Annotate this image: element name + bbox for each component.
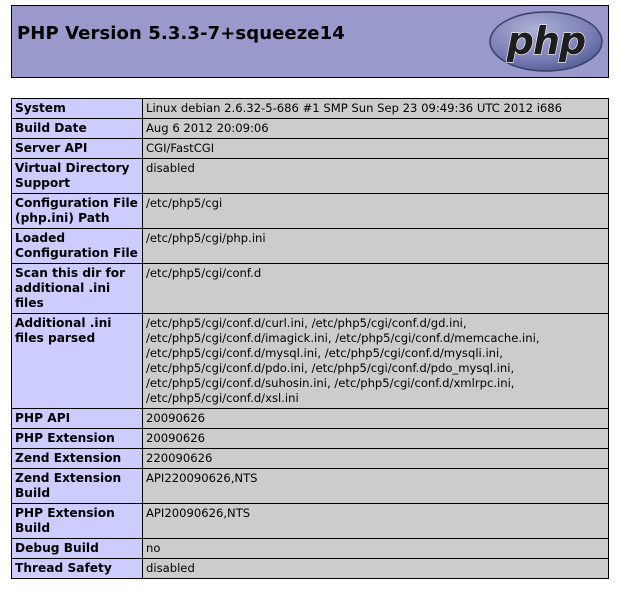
table-row: Thread Safety disabled (11, 558, 609, 579)
row-value: Aug 6 2012 20:09:06 (142, 118, 609, 139)
svg-text:php: php (506, 19, 585, 63)
info-table: System Linux debian 2.6.32-5-686 #1 SMP S… (11, 98, 609, 579)
php-logo-icon: php (489, 11, 603, 72)
row-label: Thread Safety (11, 558, 143, 579)
row-value: 220090626 (142, 448, 609, 469)
row-label: Zend Extension Build (11, 468, 143, 504)
row-value: CGI/FastCGI (142, 138, 609, 159)
row-value: /etc/php5/cgi/conf.d (142, 263, 609, 314)
row-label: Zend Extension (11, 448, 143, 469)
table-row: PHP API 20090626 (11, 408, 609, 429)
table-row: Build Date Aug 6 2012 20:09:06 (11, 118, 609, 139)
row-value: /etc/php5/cgi/conf.d/curl.ini, /etc/php5… (142, 313, 609, 409)
table-row: Additional .ini files parsed/etc/php5/cg… (11, 313, 609, 409)
row-label: Scan this dir for additional .ini files (11, 263, 143, 314)
table-row: Debug Build no (11, 538, 609, 559)
table-row: Loaded Configuration File/etc/php5/cgi/p… (11, 228, 609, 264)
table-row: Virtual Directory Support disabled (11, 158, 609, 194)
row-value: Linux debian 2.6.32-5-686 #1 SMP Sun Sep… (142, 98, 609, 119)
row-value: 20090626 (142, 428, 609, 449)
table-row: System Linux debian 2.6.32-5-686 #1 SMP S… (11, 98, 609, 119)
row-label: PHP Extension (11, 428, 143, 449)
row-value: disabled (142, 558, 609, 579)
row-label: Additional .ini files parsed (11, 313, 143, 409)
table-row: Scan this dir for additional .ini files /… (11, 263, 609, 314)
row-value: disabled (142, 158, 609, 194)
row-label: Configuration File (php.ini) Path (11, 193, 143, 229)
row-value: 20090626 (142, 408, 609, 429)
table-row: Server API CGI/FastCGI (11, 138, 609, 159)
row-value: /etc/php5/cgi/php.ini (142, 228, 609, 264)
row-label: Build Date (11, 118, 143, 139)
row-label: Debug Build (11, 538, 143, 559)
row-label: System (11, 98, 143, 119)
table-row: Configuration File (php.ini) Path/etc/ph… (11, 193, 609, 229)
row-label: PHP Extension Build (11, 503, 143, 539)
row-label: Loaded Configuration File (11, 228, 143, 264)
table-row: Zend Extension 220090626 (11, 448, 609, 469)
table-row: Zend Extension Build API220090626,NTS (11, 468, 609, 504)
row-value: /etc/php5/cgi (142, 193, 609, 229)
row-label: Server API (11, 138, 143, 159)
row-value: API20090626,NTS (142, 503, 609, 539)
row-value: no (142, 538, 609, 559)
row-value: API220090626,NTS (142, 468, 609, 504)
row-label: PHP API (11, 408, 143, 429)
page-header: PHP Version 5.3.3-7+squeeze14 php (11, 5, 609, 78)
table-row: PHP Extension Build API20090626,NTS (11, 503, 609, 539)
table-row: PHP Extension 20090626 (11, 428, 609, 449)
row-label: Virtual Directory Support (11, 158, 143, 194)
page-title: PHP Version 5.3.3-7+squeeze14 (17, 23, 345, 44)
